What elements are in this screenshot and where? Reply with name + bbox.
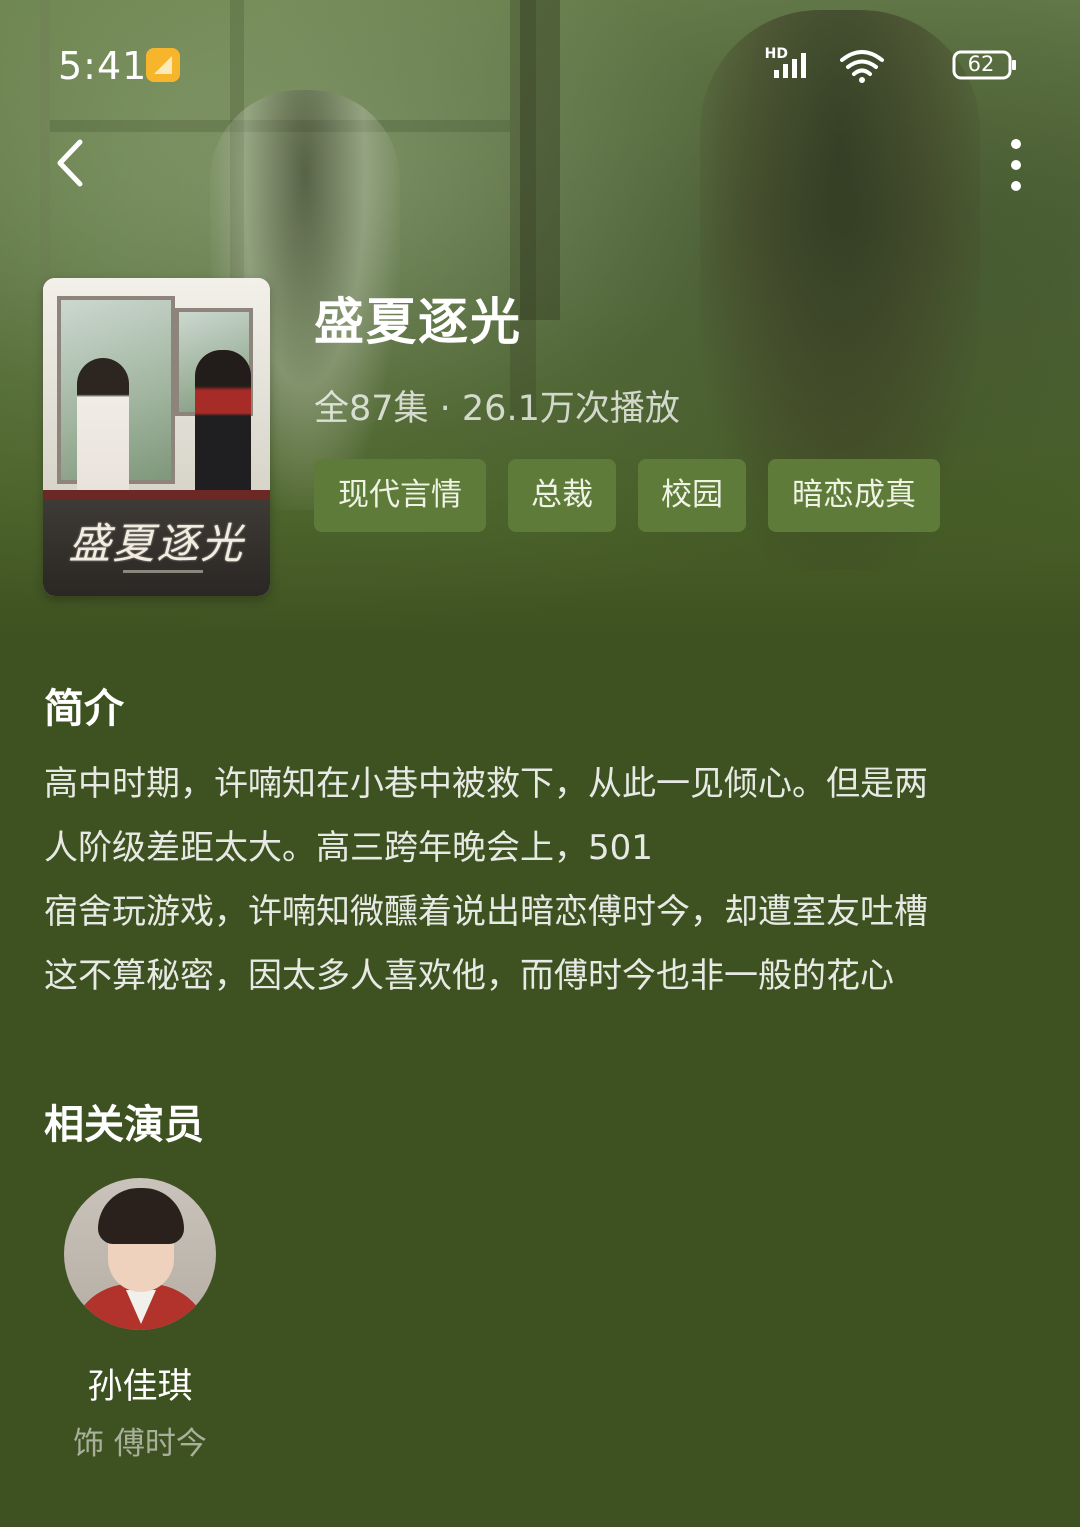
more-button[interactable] bbox=[990, 130, 1042, 200]
poster-figure-boy bbox=[195, 350, 251, 500]
drama-meta: 全87集 · 26.1万次播放 bbox=[314, 389, 680, 429]
chevron-left-icon bbox=[57, 139, 83, 187]
status-bar: 5:41 HD 62 bbox=[0, 0, 1080, 130]
wifi-icon bbox=[840, 50, 884, 83]
actor-name: 孙佳琪 bbox=[87, 1367, 193, 1407]
actor-role: 饰 傅时今 bbox=[73, 1426, 207, 1462]
tag-modern-romance[interactable]: 现代言情 bbox=[314, 459, 486, 532]
synopsis-text: 高中时期，许喃知在小巷中被救下，从此一见倾心。但是两 人阶级差距太大。高三跨年晚… bbox=[44, 752, 1044, 1008]
more-vertical-icon bbox=[1011, 139, 1021, 191]
status-time: 5:41 bbox=[58, 44, 148, 88]
drama-title: 盛夏逐光 bbox=[314, 293, 522, 351]
signal-icon bbox=[774, 53, 806, 78]
actor-card[interactable]: 孙佳琪 饰 傅时今 bbox=[44, 1178, 236, 1468]
tag-secret-crush[interactable]: 暗恋成真 bbox=[768, 459, 940, 532]
notification-icon bbox=[146, 48, 180, 82]
synopsis-line: 宿舍玩游戏，许喃知微醺着说出暗恋傅时今，却遭室友吐槽 bbox=[44, 892, 928, 932]
poster-title: 盛夏逐光 bbox=[68, 519, 245, 568]
drama-poster[interactable]: 盛夏逐光 bbox=[43, 278, 270, 596]
poster-band bbox=[43, 490, 270, 500]
synopsis-line: 高中时期，许喃知在小巷中被救下，从此一见倾心。但是两 bbox=[44, 764, 928, 804]
status-indicators: HD 62 bbox=[758, 46, 1018, 86]
battery-level: 62 bbox=[967, 52, 995, 76]
poster-credit-line bbox=[123, 570, 203, 573]
synopsis-line: 人阶级差距太大。高三跨年晚会上，501 bbox=[44, 828, 653, 868]
avatar-hair bbox=[98, 1188, 184, 1244]
poster-figure-girl bbox=[77, 358, 129, 498]
tag-ceo[interactable]: 总裁 bbox=[508, 459, 616, 532]
back-button[interactable] bbox=[44, 128, 104, 198]
cast-heading: 相关演员 bbox=[44, 1102, 204, 1148]
synopsis-heading: 简介 bbox=[44, 686, 124, 732]
actor-avatar[interactable] bbox=[64, 1178, 216, 1330]
tag-campus[interactable]: 校园 bbox=[638, 459, 746, 532]
synopsis-line: 这不算秘密，因太多人喜欢他，而傅时今也非一般的花心 bbox=[44, 956, 894, 996]
